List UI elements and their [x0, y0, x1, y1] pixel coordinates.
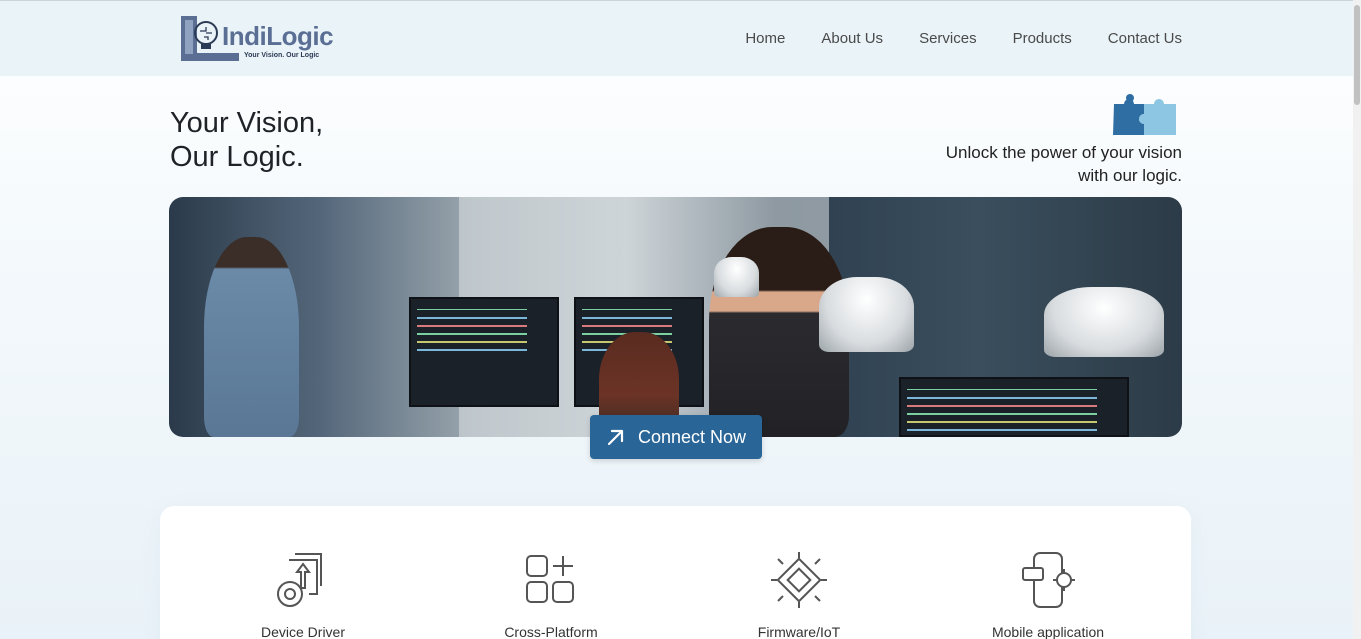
device-driver-icon	[277, 553, 322, 607]
brand-logo[interactable]: IndiLogic Your Vision. Our Logic	[180, 15, 334, 63]
hero-office-image	[169, 197, 1182, 437]
service-firmware-iot[interactable]: Firmware/IoT	[699, 550, 899, 639]
image-monitor-3	[899, 377, 1129, 437]
cross-platform-icon	[526, 555, 574, 603]
service-device-driver-label: Device Driver	[260, 624, 345, 639]
mobile-app-icon	[1022, 552, 1075, 608]
chip-icon	[771, 552, 827, 608]
brand-name: IndiLogic	[222, 21, 334, 51]
main-nav: Home About Us Services Products Contact …	[709, 30, 1182, 47]
page-scrollbar[interactable]	[1353, 0, 1361, 639]
puzzle-icon	[1113, 94, 1176, 135]
hero-title: Your Vision, Our Logic.	[170, 106, 323, 174]
nav-contact-us[interactable]: Contact Us	[1108, 30, 1182, 47]
service-device-driver[interactable]: Device Driver	[203, 550, 403, 639]
image-monitor-1	[409, 297, 559, 407]
service-mobile-application[interactable]: Mobile application	[948, 550, 1148, 639]
nav-products[interactable]: Products	[1013, 30, 1072, 47]
brand-tagline: Your Vision. Our Logic	[244, 52, 320, 59]
services-card: Device Driver Cross-Platform Firmware/Io…	[160, 506, 1191, 639]
nav-services[interactable]: Services	[919, 30, 977, 47]
nav-about-us[interactable]: About Us	[821, 30, 883, 47]
image-lamp-3	[714, 257, 759, 297]
connect-now-label: Connect Now	[637, 426, 747, 447]
hero-subtitle: Unlock the power of your vision with our…	[922, 141, 1182, 187]
scrollbar-thumb[interactable]	[1354, 5, 1360, 105]
service-cross-platform-label: Cross-Platform	[504, 624, 598, 639]
hero-subtitle-line-2: with our logic.	[1078, 166, 1182, 185]
hero-title-line-2: Our Logic.	[170, 141, 304, 173]
site-header: IndiLogic Your Vision. Our Logic Home Ab…	[0, 1, 1353, 76]
nav-home[interactable]: Home	[745, 30, 785, 47]
hero-title-line-1: Your Vision,	[170, 107, 324, 139]
image-lamp-2	[1044, 287, 1164, 357]
service-firmware-iot-label: Firmware/IoT	[757, 624, 841, 639]
connect-now-button[interactable]: Connect Now	[590, 415, 762, 459]
service-cross-platform[interactable]: Cross-Platform	[451, 550, 651, 639]
image-person-left	[204, 237, 299, 437]
arrow-up-right-icon	[607, 429, 624, 446]
service-mobile-application-label: Mobile application	[991, 624, 1105, 639]
image-lamp-1	[819, 277, 914, 352]
hero-subtitle-line-1: Unlock the power of your vision	[945, 143, 1182, 162]
